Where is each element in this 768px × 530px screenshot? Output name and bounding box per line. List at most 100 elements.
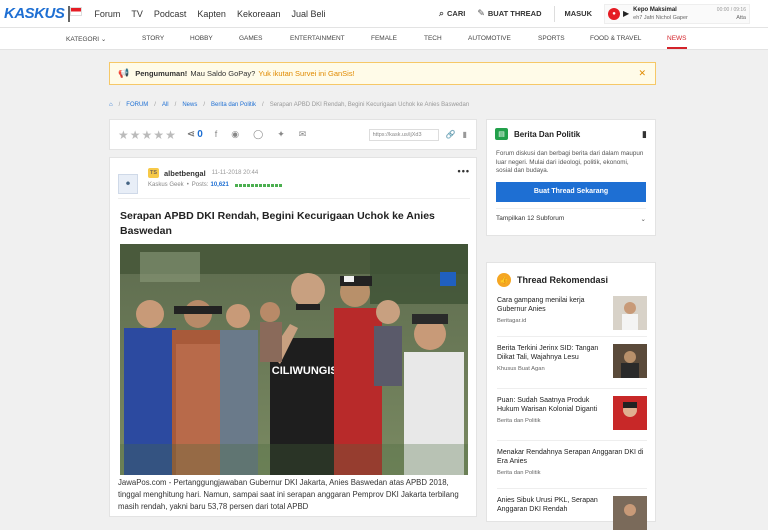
- whatsapp-icon[interactable]: ◯: [253, 129, 263, 140]
- star-icon[interactable]: ★: [165, 128, 176, 142]
- crumb-all[interactable]: All: [162, 102, 169, 108]
- flag-icon: [66, 5, 82, 22]
- announcement-label: Pengumuman!: [135, 69, 188, 78]
- thumbnail-image: [613, 296, 647, 330]
- recommended-item-title[interactable]: Cara gampang menilai kerja Gubernur Anie…: [497, 296, 610, 314]
- share-icon: ⋖: [186, 129, 196, 140]
- recommended-item-title[interactable]: Puan: Sudah Saatnya Produk Hukum Warisan…: [497, 396, 610, 414]
- subforum-label: Tampilkan 12 Subforum: [496, 214, 565, 222]
- recommended-item[interactable]: Cara gampang menilai kerja Gubernur Anie…: [497, 296, 647, 330]
- player-subtitle: eh7 Jafri Nichol Gaper: [633, 14, 688, 21]
- survey-link[interactable]: Yuk ikutan Survei ini GanSis!: [258, 69, 354, 78]
- rating-stars[interactable]: ★ ★ ★ ★ ★: [118, 128, 177, 142]
- recommended-item[interactable]: Puan: Sudah Saatnya Produk Hukum Warisan…: [497, 396, 647, 430]
- category-tech[interactable]: TECH: [424, 35, 442, 42]
- forum-title[interactable]: Berita Dan Politik: [514, 130, 580, 139]
- recommended-item-title[interactable]: Berita Terkini Jerinx SID: Tangan Diikat…: [497, 344, 610, 362]
- create-thread-button[interactable]: ✎ BUAT THREAD: [477, 8, 541, 19]
- more-options-icon[interactable]: •••: [458, 166, 470, 202]
- recommended-item[interactable]: Menakar Rendahnya Serapan Anggaran DKI d…: [497, 448, 647, 476]
- category-hobby[interactable]: HOBBY: [190, 35, 213, 42]
- category-bar: KATEGORI ⌄ STORY HOBBY GAMES ENTERTAINME…: [0, 28, 768, 50]
- crumb-forum[interactable]: FORUM: [126, 102, 148, 108]
- thumbnail-image: [613, 344, 647, 378]
- star-icon[interactable]: ★: [130, 128, 141, 142]
- post-body: JawaPos.com - Pertanggungjawaban Gubernu…: [118, 478, 459, 511]
- recommended-item-title[interactable]: Anies Sibuk Urusi PKL, Serapan Anggaran …: [497, 496, 610, 514]
- logo-text: KASKUS: [4, 5, 65, 22]
- category-automotive[interactable]: AUTOMOTIVE: [468, 35, 511, 42]
- email-icon[interactable]: ✉: [299, 129, 307, 140]
- star-icon[interactable]: ★: [118, 128, 129, 142]
- divider: [118, 198, 470, 199]
- user-rank: Kaskus Geek: [148, 182, 184, 188]
- share-bar: ★ ★ ★ ★ ★ ⋖ 0 f ◉ ◯ ✦ ✉ https://kask.us/…: [109, 119, 477, 150]
- crumb-berita-politik[interactable]: Berita dan Politik: [211, 102, 256, 108]
- posts-label: Posts:: [191, 182, 209, 188]
- nav-kekoreaan[interactable]: Kekoreaan: [237, 9, 281, 19]
- post-date: 11-11-2018 20:44: [211, 170, 259, 176]
- link-icon[interactable]: 🔗: [446, 130, 456, 139]
- facebook-icon[interactable]: f: [215, 129, 218, 140]
- nav-kapten[interactable]: Kapten: [197, 9, 226, 19]
- star-icon[interactable]: ★: [142, 128, 153, 142]
- category-food-travel[interactable]: FOOD & TRAVEL: [590, 35, 641, 42]
- share-count[interactable]: ⋖ 0: [187, 129, 203, 140]
- category-female[interactable]: FEMALE: [371, 35, 397, 42]
- category-entertainment[interactable]: ENTERTAINMENT: [290, 35, 345, 42]
- create-thread-now-button[interactable]: Buat Thread Sekarang: [496, 181, 646, 202]
- bookmark-icon[interactable]: ▮: [463, 130, 467, 139]
- user-info: TS albetbengal 11-11-2018 20:44 Kaskus G…: [148, 168, 283, 202]
- recommended-item-title[interactable]: Menakar Rendahnya Serapan Anggaran DKI d…: [497, 448, 647, 466]
- chevron-down-icon: ⌄: [100, 36, 107, 43]
- nav-podcast[interactable]: Podcast: [154, 9, 187, 19]
- crumb-current: Serapan APBD DKI Rendah, Begini Kecuriga…: [269, 102, 470, 108]
- login-button[interactable]: MASUK: [565, 9, 593, 18]
- recommended-item[interactable]: Berita Terkini Jerinx SID: Tangan Diikat…: [497, 344, 647, 378]
- category-label: KATEGORI: [66, 36, 100, 43]
- create-thread-label: BUAT THREAD: [487, 9, 542, 18]
- player-meta: 00:00 / 09:16 Atta: [717, 6, 746, 22]
- category-news[interactable]: NEWS: [667, 35, 687, 49]
- forum-info-card: ▤ Berita Dan Politik ▮ Forum diskusi dan…: [486, 119, 656, 236]
- category-games[interactable]: GAMES: [239, 35, 262, 42]
- thumbnail-image: [613, 496, 647, 530]
- avatar[interactable]: ☻: [118, 174, 138, 194]
- category-story[interactable]: STORY: [142, 35, 164, 42]
- login-label: MASUK: [564, 9, 593, 18]
- search-button[interactable]: ⌕ CARI: [439, 8, 465, 19]
- recommended-item-source: Berita dan Politik: [497, 470, 541, 476]
- reputation-bar: [234, 183, 283, 187]
- category-dropdown[interactable]: KATEGORI ⌄: [66, 35, 106, 43]
- play-icon[interactable]: ▶: [623, 9, 629, 18]
- crumb-news[interactable]: News: [182, 102, 197, 108]
- forum-description: Forum diskusi dan berbagi berita dari da…: [496, 150, 644, 174]
- share-count-value: 0: [197, 129, 203, 140]
- post-count: 10,621: [210, 182, 229, 188]
- recommended-item[interactable]: Anies Sibuk Urusi PKL, Serapan Anggaran …: [497, 496, 647, 530]
- bookmark-icon[interactable]: ▮: [642, 129, 647, 140]
- thread-post: ☻ TS albetbengal 11-11-2018 20:44 Kaskus…: [109, 157, 477, 517]
- crowd-photo-illustration: CILIWUNGISME: [120, 244, 468, 475]
- ts-badge: TS: [148, 168, 159, 178]
- player-label: Atta: [736, 14, 746, 21]
- category-sports[interactable]: SPORTS: [538, 35, 565, 42]
- star-icon[interactable]: ★: [153, 128, 164, 142]
- nav-jual-beli[interactable]: Jual Beli: [291, 9, 325, 19]
- close-icon[interactable]: ✕: [638, 68, 646, 79]
- nav-tv[interactable]: TV: [131, 9, 143, 19]
- twitter-icon[interactable]: ✦: [277, 129, 285, 140]
- messenger-icon[interactable]: ◉: [231, 129, 239, 140]
- subforum-toggle[interactable]: Tampilkan 12 Subforum ⌄: [496, 215, 646, 223]
- username[interactable]: albetbengal: [164, 169, 206, 178]
- player-info: Kepo Maksimal eh7 Jafri Nichol Gaper: [633, 6, 688, 22]
- podcast-player[interactable]: ● ▶ Kepo Maksimal eh7 Jafri Nichol Gaper…: [604, 3, 750, 24]
- home-icon[interactable]: ⌂: [109, 102, 113, 108]
- nav-forum[interactable]: Forum: [94, 9, 120, 19]
- breadcrumb: ⌂ / FORUM / All / News / Berita dan Poli…: [109, 102, 470, 108]
- kaskus-logo[interactable]: KASKUS: [4, 0, 82, 28]
- post-header: ☻ TS albetbengal 11-11-2018 20:44 Kaskus…: [118, 166, 470, 202]
- top-nav: Forum TV Podcast Kapten Kekoreaan Jual B…: [94, 9, 336, 19]
- announcement-text: Mau Saldo GoPay?: [190, 69, 256, 78]
- share-url-field[interactable]: https://kask.us/ijXd3: [368, 128, 439, 141]
